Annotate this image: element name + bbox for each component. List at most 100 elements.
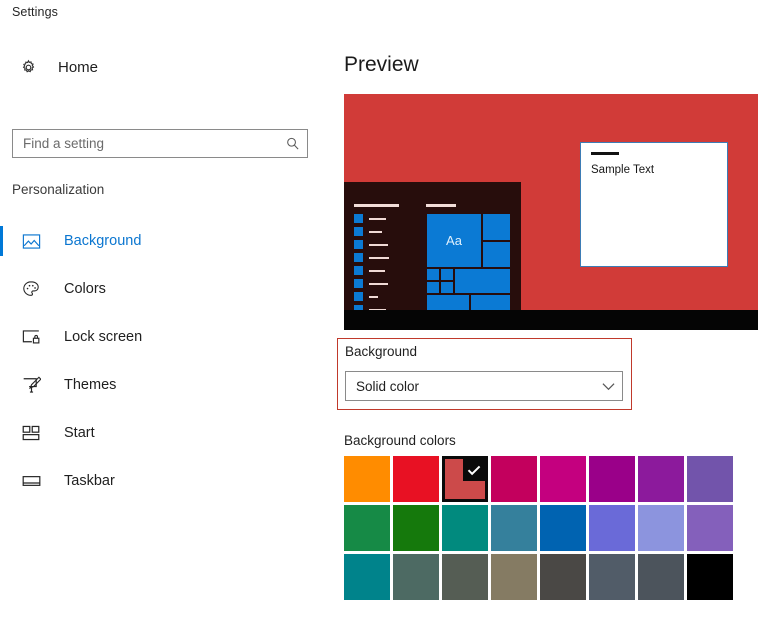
selection-accent-bar xyxy=(0,418,3,448)
taskbar-icon xyxy=(18,468,44,494)
content-pane: Preview Aa Sample Text Background Solid … xyxy=(336,32,758,600)
sidebar-item-start[interactable]: Start xyxy=(0,409,336,457)
tile-small xyxy=(482,213,511,241)
sample-text: Sample Text xyxy=(591,164,655,176)
tile-large: Aa xyxy=(426,213,482,268)
tile-mini xyxy=(440,281,454,294)
sidebar-item-colors[interactable]: Colors xyxy=(0,265,336,313)
start-tiles-icon xyxy=(18,420,44,446)
tile-wide xyxy=(454,268,511,294)
color-swatch-purple[interactable] xyxy=(638,456,684,502)
page-title: Preview xyxy=(344,53,419,76)
app-square-icon xyxy=(354,279,363,288)
color-swatch-teal[interactable] xyxy=(442,505,488,551)
sidebar-item-label: Start xyxy=(64,425,95,441)
search-input[interactable] xyxy=(13,130,278,157)
check-icon xyxy=(465,461,483,479)
sidebar-item-home[interactable]: Home xyxy=(12,50,312,84)
app-square-icon xyxy=(354,214,363,223)
color-swatch-khaki[interactable] xyxy=(491,554,537,600)
list-item xyxy=(354,252,412,263)
list-item xyxy=(354,239,412,250)
color-swatch-muted-red[interactable] xyxy=(442,456,488,502)
background-type-dropdown[interactable]: Solid color xyxy=(345,371,623,401)
app-square-icon xyxy=(354,227,363,236)
app-label-bar xyxy=(369,282,388,285)
color-swatch-dark-gray[interactable] xyxy=(540,554,586,600)
app-label-bar xyxy=(369,217,386,220)
sidebar-item-themes[interactable]: Themes xyxy=(0,361,336,409)
app-label-bar xyxy=(369,256,389,259)
picture-icon xyxy=(18,228,44,254)
taskbar-preview xyxy=(344,310,758,330)
sidebar-item-lock-screen[interactable]: Lock screen xyxy=(0,313,336,361)
start-menu-right-rule xyxy=(426,204,456,207)
color-swatch-orange[interactable] xyxy=(344,456,390,502)
color-swatch-dark-slate[interactable] xyxy=(638,554,684,600)
sidebar-section-title: Personalization xyxy=(12,182,105,197)
sidebar: Home Personalization Background xyxy=(0,32,336,599)
color-swatch-slate-blue-gray[interactable] xyxy=(589,554,635,600)
sidebar-item-label: Taskbar xyxy=(64,473,115,489)
tile-mini xyxy=(440,268,454,281)
app-label-bar xyxy=(369,243,388,246)
home-label: Home xyxy=(58,58,99,76)
sidebar-nav-list: Background Colors Lock screen Themes Sta… xyxy=(0,217,336,505)
list-item xyxy=(354,226,412,237)
app-square-icon xyxy=(354,266,363,275)
sidebar-item-taskbar[interactable]: Taskbar xyxy=(0,457,336,505)
selection-accent-bar xyxy=(0,274,3,304)
app-label-bar xyxy=(369,269,385,272)
selection-accent-bar xyxy=(0,322,3,352)
list-item xyxy=(354,291,412,302)
tile-mini xyxy=(426,268,440,281)
color-swatch-dark-green[interactable] xyxy=(393,505,439,551)
list-item xyxy=(354,278,412,289)
search-box[interactable] xyxy=(12,129,308,158)
selection-accent-bar xyxy=(0,370,3,400)
app-square-icon xyxy=(354,253,363,262)
color-swatch-magenta[interactable] xyxy=(540,456,586,502)
brush-monitor-icon xyxy=(18,372,44,398)
chevron-down-icon[interactable] xyxy=(594,382,622,391)
title-bar: Settings xyxy=(0,0,758,32)
monitor-lock-icon xyxy=(18,324,44,350)
desktop-preview: Aa Sample Text xyxy=(344,94,758,330)
color-swatch-sage-gray[interactable] xyxy=(442,554,488,600)
color-swatch-gray-green[interactable] xyxy=(393,554,439,600)
list-item xyxy=(354,265,412,276)
color-swatch-light-periwinkle[interactable] xyxy=(638,505,684,551)
start-menu-left-rule xyxy=(354,204,399,207)
color-swatch-dark-teal[interactable] xyxy=(344,554,390,600)
dropdown-selected-value: Solid color xyxy=(356,378,420,394)
start-menu-preview: Aa xyxy=(344,182,521,330)
app-label-bar xyxy=(369,230,382,233)
background-colors-grid xyxy=(344,456,733,600)
app-square-icon xyxy=(354,292,363,301)
color-swatch-steel-blue[interactable] xyxy=(491,505,537,551)
background-colors-label: Background colors xyxy=(344,433,456,448)
color-swatch-black[interactable] xyxy=(687,554,733,600)
color-swatch-violet[interactable] xyxy=(687,505,733,551)
search-icon[interactable] xyxy=(277,130,307,157)
app-label-bar xyxy=(369,295,378,298)
color-swatch-periwinkle[interactable] xyxy=(589,505,635,551)
tile-small xyxy=(482,241,511,268)
color-swatch-red[interactable] xyxy=(393,456,439,502)
selection-accent-bar xyxy=(0,466,3,496)
color-swatch-green[interactable] xyxy=(344,505,390,551)
list-item xyxy=(354,213,412,224)
window-title: Settings xyxy=(12,5,58,19)
sidebar-item-label: Themes xyxy=(64,377,117,393)
start-menu-tiles: Aa xyxy=(426,204,511,326)
sidebar-item-label: Lock screen xyxy=(64,329,143,345)
color-swatch-medium-purple[interactable] xyxy=(687,456,733,502)
palette-icon xyxy=(18,276,44,302)
app-square-icon xyxy=(354,240,363,249)
sidebar-item-background[interactable]: Background xyxy=(0,217,336,265)
sidebar-item-label: Background xyxy=(64,233,142,249)
color-swatch-crimson-pink[interactable] xyxy=(491,456,537,502)
color-swatch-dark-magenta[interactable] xyxy=(589,456,635,502)
gear-icon xyxy=(15,54,41,80)
color-swatch-blue[interactable] xyxy=(540,505,586,551)
